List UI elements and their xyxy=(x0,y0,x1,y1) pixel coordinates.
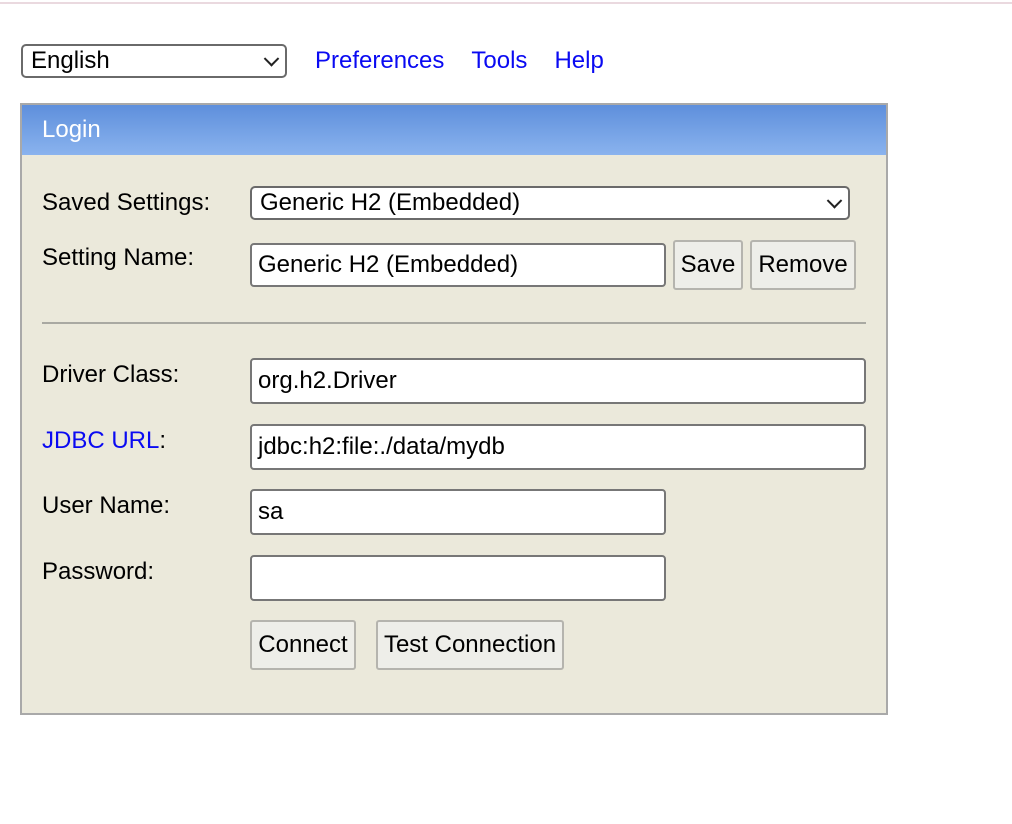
top-nav-bar: English Preferences Tools Help xyxy=(21,44,604,78)
user-name-label: User Name: xyxy=(42,492,171,519)
top-border-line xyxy=(0,2,1012,4)
setting-name-value: Generic H2 (Embedded) xyxy=(258,251,519,278)
test-connection-button[interactable]: Test Connection xyxy=(376,620,564,670)
setting-name-label: Setting Name: xyxy=(42,244,195,271)
save-button[interactable]: Save xyxy=(673,240,743,290)
jdbc-url-input[interactable]: jdbc:h2:file:./data/mydb xyxy=(250,424,866,470)
test-connection-button-label: Test Connection xyxy=(383,631,557,658)
connect-button-label: Connect xyxy=(258,631,348,658)
jdbc-url-value: jdbc:h2:file:./data/mydb xyxy=(258,433,505,460)
connect-button[interactable]: Connect xyxy=(250,620,356,670)
saved-settings-value: Generic H2 (Embedded) xyxy=(260,189,521,216)
chevron-down-icon xyxy=(826,193,843,209)
password-label: Password: xyxy=(42,558,155,585)
language-select[interactable]: English xyxy=(21,44,287,78)
driver-class-label: Driver Class: xyxy=(42,361,180,388)
chevron-down-icon xyxy=(263,51,280,67)
remove-button[interactable]: Remove xyxy=(750,240,856,290)
save-button-label: Save xyxy=(680,251,736,278)
preferences-link[interactable]: Preferences xyxy=(315,47,444,75)
driver-class-value: org.h2.Driver xyxy=(258,367,397,394)
tools-link[interactable]: Tools xyxy=(471,47,527,75)
section-divider xyxy=(42,322,866,324)
setting-name-input[interactable]: Generic H2 (Embedded) xyxy=(250,243,666,287)
jdbc-url-help-link[interactable]: JDBC URL xyxy=(42,427,159,454)
help-link[interactable]: Help xyxy=(554,47,603,75)
user-name-input[interactable]: sa xyxy=(250,489,666,535)
login-title: Login xyxy=(42,116,101,143)
saved-settings-select[interactable]: Generic H2 (Embedded) xyxy=(250,186,850,220)
login-panel-header: Login xyxy=(22,105,886,155)
language-select-value: English xyxy=(31,47,110,74)
remove-button-label: Remove xyxy=(758,251,848,278)
jdbc-url-label: JDBC URL: xyxy=(42,427,166,455)
password-input[interactable] xyxy=(250,555,666,601)
saved-settings-label: Saved Settings: xyxy=(42,189,211,216)
jdbc-url-colon: : xyxy=(159,427,167,454)
user-name-value: sa xyxy=(258,498,284,525)
driver-class-input[interactable]: org.h2.Driver xyxy=(250,358,866,404)
login-panel: Login Saved Settings: Generic H2 (Embedd… xyxy=(20,103,888,715)
